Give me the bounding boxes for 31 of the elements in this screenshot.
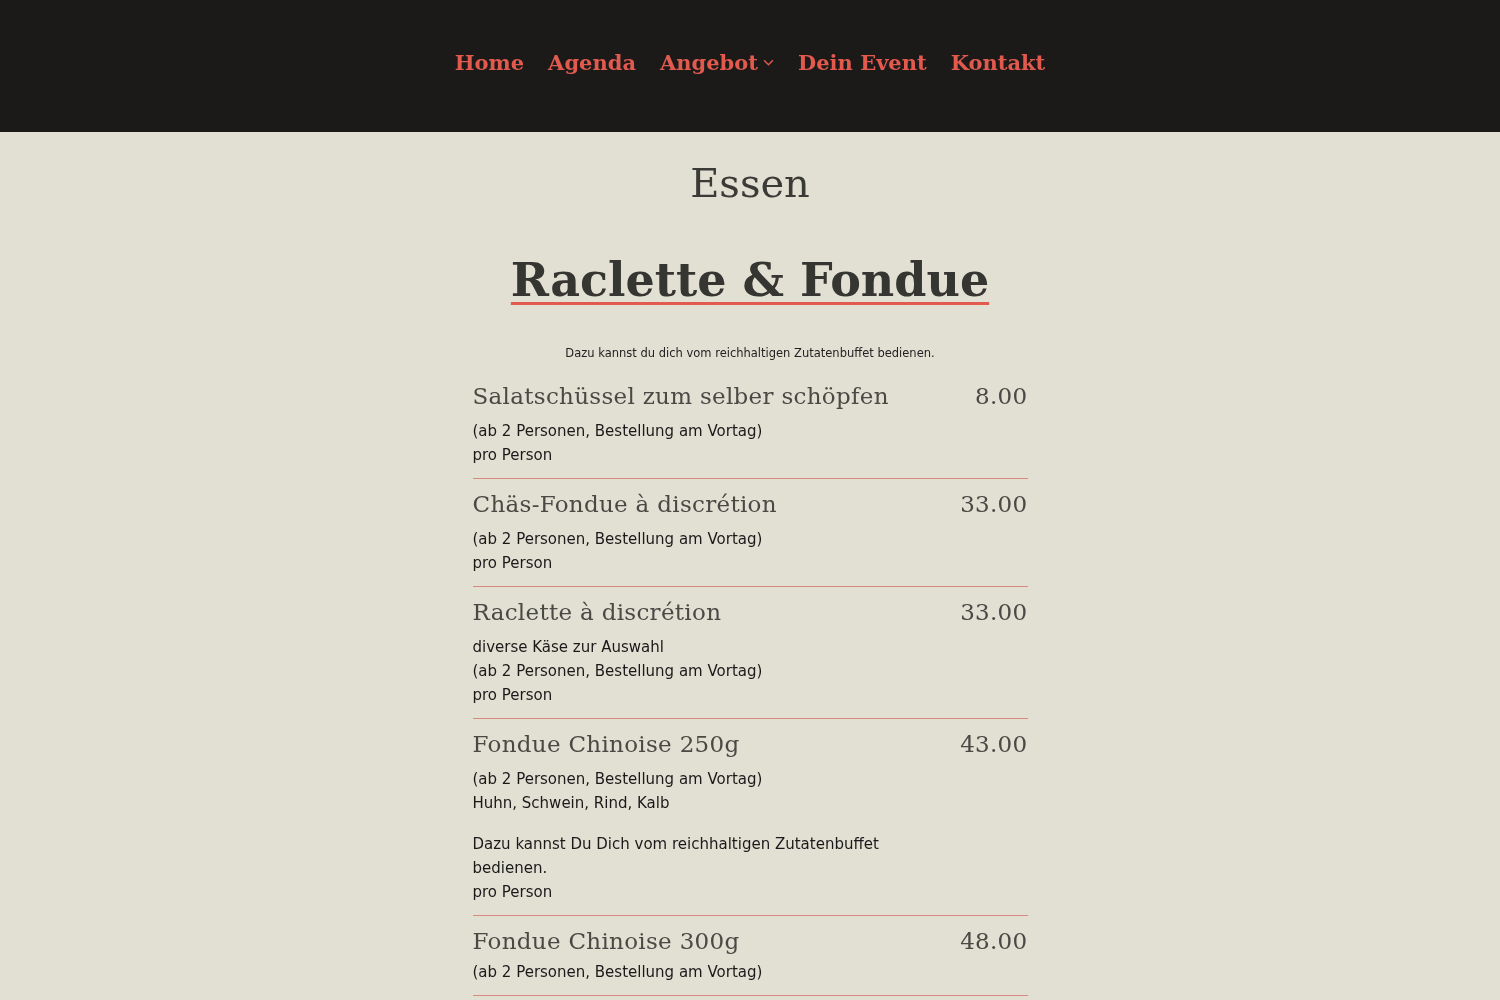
dish-description: pro Person — [472, 553, 554, 574]
dish-name: Salatschüssel zum selber schöpfen — [472, 383, 889, 409]
page-title: Essen — [690, 159, 810, 207]
caret-icon — [763, 58, 774, 66]
section-title: Raclette & Fondue — [510, 252, 990, 309]
dish-price: 48.00 — [960, 928, 1028, 954]
dish-description: (ab 2 Personen, Bestellung am Vortag) — [472, 529, 764, 550]
dish-description: (ab 2 Personen, Bestellung am Vortag) — [472, 421, 764, 442]
dish-description: pro Person — [472, 685, 554, 706]
nav-link[interactable]: Agenda — [548, 46, 636, 78]
dish-description: (ab 2 Personen, Bestellung am Vortag) — [472, 769, 764, 790]
dish-price: 33.00 — [960, 599, 1028, 625]
dish-name: Fondue Chinoise 250g — [472, 731, 740, 757]
dish-description: diverse Käse zur Auswahl — [472, 637, 665, 658]
nav-link[interactable]: Home — [454, 46, 525, 78]
dish-description: Huhn, Schwein, Rind, Kalb — [472, 793, 671, 814]
dish-price: 43.00 — [960, 731, 1028, 757]
intro-text: Dazu kannst du dich vom reichhaltigen Zutatenbuffet bedienen. — [565, 345, 935, 361]
dish-name: Chäs-Fondue à discrétion — [472, 491, 777, 517]
nav-link[interactable]: Angebot — [660, 46, 774, 78]
dish-description: Dazu kannst Du Dich vom reichhaltigen Zutatenbuffet bedienen. — [472, 834, 880, 879]
dish-description: pro Person — [472, 882, 554, 903]
dish-name: Raclette à discrétion — [472, 599, 722, 625]
dish-description: (ab 2 Personen, Bestellung am Vortag) — [472, 661, 764, 682]
dish-name: Fondue Chinoise 300g — [472, 928, 740, 954]
dish-price: 33.00 — [960, 491, 1028, 517]
nav-link[interactable]: Dein Event — [798, 46, 927, 78]
dish-description: pro Person — [472, 445, 554, 466]
dish-description: (ab 2 Personen, Bestellung am Vortag) — [472, 962, 764, 983]
dish-price: 8.00 — [975, 383, 1028, 409]
nav-link[interactable]: Kontakt — [950, 46, 1046, 78]
